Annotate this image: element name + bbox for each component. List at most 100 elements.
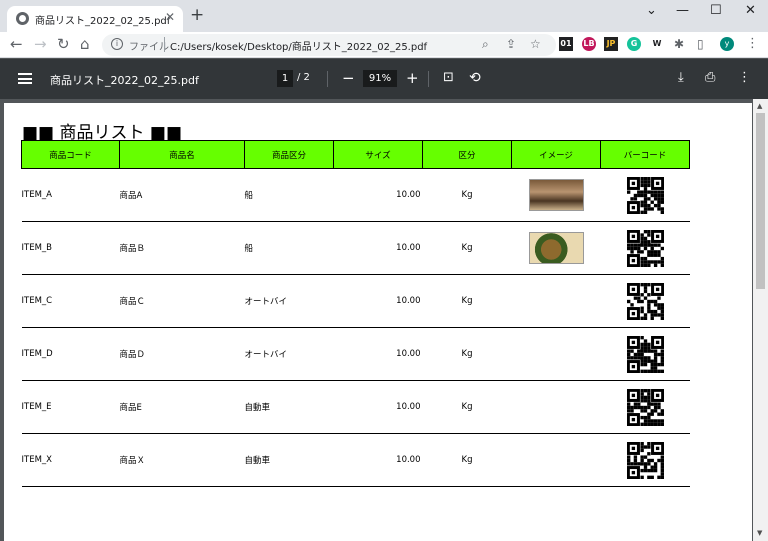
zoom-level-input[interactable]: 91% [363, 70, 397, 87]
column-header: イメージ [511, 140, 601, 169]
extension-g-icon[interactable]: G [627, 37, 641, 51]
address-bar[interactable]: i ファイル C:/Users/kosek/Desktop/商品リスト_2022… [102, 34, 556, 56]
extension-01-icon[interactable]: 01 [559, 37, 573, 51]
item-image-cell [511, 327, 601, 381]
item-code: ITEM_A [21, 168, 120, 222]
item-image-cell [511, 433, 601, 487]
new-tab-button[interactable]: + [190, 7, 204, 24]
item-name: 商品Ｄ [119, 327, 245, 381]
table-row: ITEM_A 商品A 船 10.00 Kg [21, 168, 690, 222]
fit-page-icon[interactable]: ⊡ [443, 68, 454, 88]
share-icon[interactable]: ⇪ [506, 37, 516, 51]
page-number-input[interactable]: 1 [277, 70, 293, 87]
rotate-icon[interactable]: ⟲ [469, 68, 481, 88]
download-icon[interactable]: ⤓ [678, 68, 684, 88]
item-unit: Kg [422, 327, 512, 381]
pdf-toolbar: 商品リスト_2022_02_25.pdf 1 / 2 − 91% + ⊡ ⟲ ⤓… [0, 59, 768, 99]
qr-code-icon [626, 229, 664, 267]
address-url[interactable]: C:/Users/kosek/Desktop/商品リスト_2022_02_25.… [170, 38, 427, 53]
column-header: 商品区分 [244, 140, 334, 169]
info-icon[interactable]: i [111, 38, 123, 50]
profile-avatar[interactable]: y [720, 37, 734, 51]
tab-strip: 商品リスト_2022_02_25.pdf ✕ + ⌄ — ☐ ✕ [0, 0, 768, 32]
item-image-cell [511, 380, 601, 434]
tab-search-icon[interactable]: ⌄ [646, 3, 657, 18]
back-arrow-icon[interactable]: ← [10, 35, 23, 53]
side-panel-icon[interactable]: ▯ [697, 35, 704, 53]
item-code: ITEM_B [21, 221, 120, 275]
item-code: ITEM_D [21, 327, 120, 381]
forward-arrow-icon[interactable]: → [34, 35, 47, 53]
extension-w-icon[interactable]: W [650, 37, 664, 51]
item-name: 商品Ｘ [119, 433, 245, 487]
item-image-cell [511, 274, 601, 328]
item-category: オートバイ [244, 327, 334, 381]
barcode-cell [600, 327, 690, 381]
product-image [528, 179, 584, 211]
pdf-menu-icon[interactable] [18, 73, 32, 84]
qr-code-icon [626, 335, 664, 373]
qr-code-icon [626, 282, 664, 320]
bookmark-star-icon[interactable]: ☆ [530, 37, 541, 51]
barcode-cell [600, 433, 690, 487]
scroll-up-icon[interactable]: ▲ [757, 102, 762, 110]
item-size: 10.00 [333, 221, 423, 275]
table-row: ITEM_E 商品E 自動車 10.00 Kg [21, 380, 690, 434]
item-size: 10.00 [333, 380, 423, 434]
item-code: ITEM_C [21, 274, 120, 328]
item-name: 商品Ｂ [119, 221, 245, 275]
scrollbar-thumb[interactable] [756, 113, 765, 289]
pdf-document-title: 商品リスト_2022_02_25.pdf [50, 74, 199, 87]
tab-active[interactable]: 商品リスト_2022_02_25.pdf ✕ [7, 6, 183, 32]
column-header: 区分 [422, 140, 512, 169]
browser-menu-icon[interactable]: ⋮ [746, 35, 759, 53]
extension-jp-icon[interactable]: JP [604, 37, 618, 51]
page-total: / 2 [297, 72, 310, 83]
reload-icon[interactable]: ↻ [57, 35, 70, 53]
table-row: ITEM_X 商品Ｘ 自動車 10.00 Kg [21, 433, 690, 487]
print-icon[interactable]: ⎙ [705, 68, 715, 88]
item-unit: Kg [422, 380, 512, 434]
zoom-in-icon[interactable]: + [406, 68, 419, 88]
item-category: 船 [244, 221, 334, 275]
item-unit: Kg [422, 168, 512, 222]
item-size: 10.00 [333, 274, 423, 328]
tab-close-icon[interactable]: ✕ [165, 10, 175, 24]
tab-title: 商品リスト_2022_02_25.pdf [35, 16, 171, 27]
item-code: ITEM_X [21, 433, 120, 487]
zoom-out-icon[interactable]: − [342, 68, 355, 88]
item-code: ITEM_E [21, 380, 120, 434]
item-category: 船 [244, 168, 334, 222]
item-category: オートバイ [244, 274, 334, 328]
item-image-cell [511, 168, 601, 222]
maximize-button[interactable]: ☐ [710, 3, 722, 18]
item-size: 10.00 [333, 168, 423, 222]
table-row: ITEM_C 商品Ｃ オートバイ 10.00 Kg [21, 274, 690, 328]
pdf-page: ■■ 商品リスト ■■ 商品コード 商品名 商品区分 サイズ 区分 イメージ バ… [4, 103, 752, 541]
column-header: サイズ [333, 140, 423, 169]
address-scheme: ファイル [129, 42, 169, 53]
item-name: 商品A [119, 168, 245, 222]
extension-lb-icon[interactable]: LB [582, 37, 596, 51]
globe-icon [16, 12, 29, 25]
item-category: 自動車 [244, 380, 334, 434]
barcode-cell [600, 168, 690, 222]
table-row: ITEM_B 商品Ｂ 船 10.00 Kg [21, 221, 690, 275]
product-table: 商品コード 商品名 商品区分 サイズ 区分 イメージ バーコード ITEM_A 商… [21, 140, 690, 487]
minimize-button[interactable]: — [676, 3, 689, 18]
barcode-cell [600, 274, 690, 328]
item-name: 商品Ｃ [119, 274, 245, 328]
qr-code-icon [626, 176, 664, 214]
item-unit: Kg [422, 433, 512, 487]
vertical-scrollbar[interactable]: ▲ ▼ [753, 99, 768, 541]
table-row: ITEM_D 商品Ｄ オートバイ 10.00 Kg [21, 327, 690, 381]
address-divider [164, 37, 165, 52]
pdf-more-icon[interactable]: ⋮ [738, 68, 751, 88]
puzzle-icon[interactable]: ✱ [674, 35, 684, 53]
close-window-button[interactable]: ✕ [745, 3, 756, 18]
column-header: 商品名 [119, 140, 245, 169]
zoom-icon[interactable]: ⌕ [482, 37, 489, 52]
scroll-down-icon[interactable]: ▼ [757, 529, 762, 537]
item-size: 10.00 [333, 433, 423, 487]
home-icon[interactable]: ⌂ [80, 35, 90, 53]
